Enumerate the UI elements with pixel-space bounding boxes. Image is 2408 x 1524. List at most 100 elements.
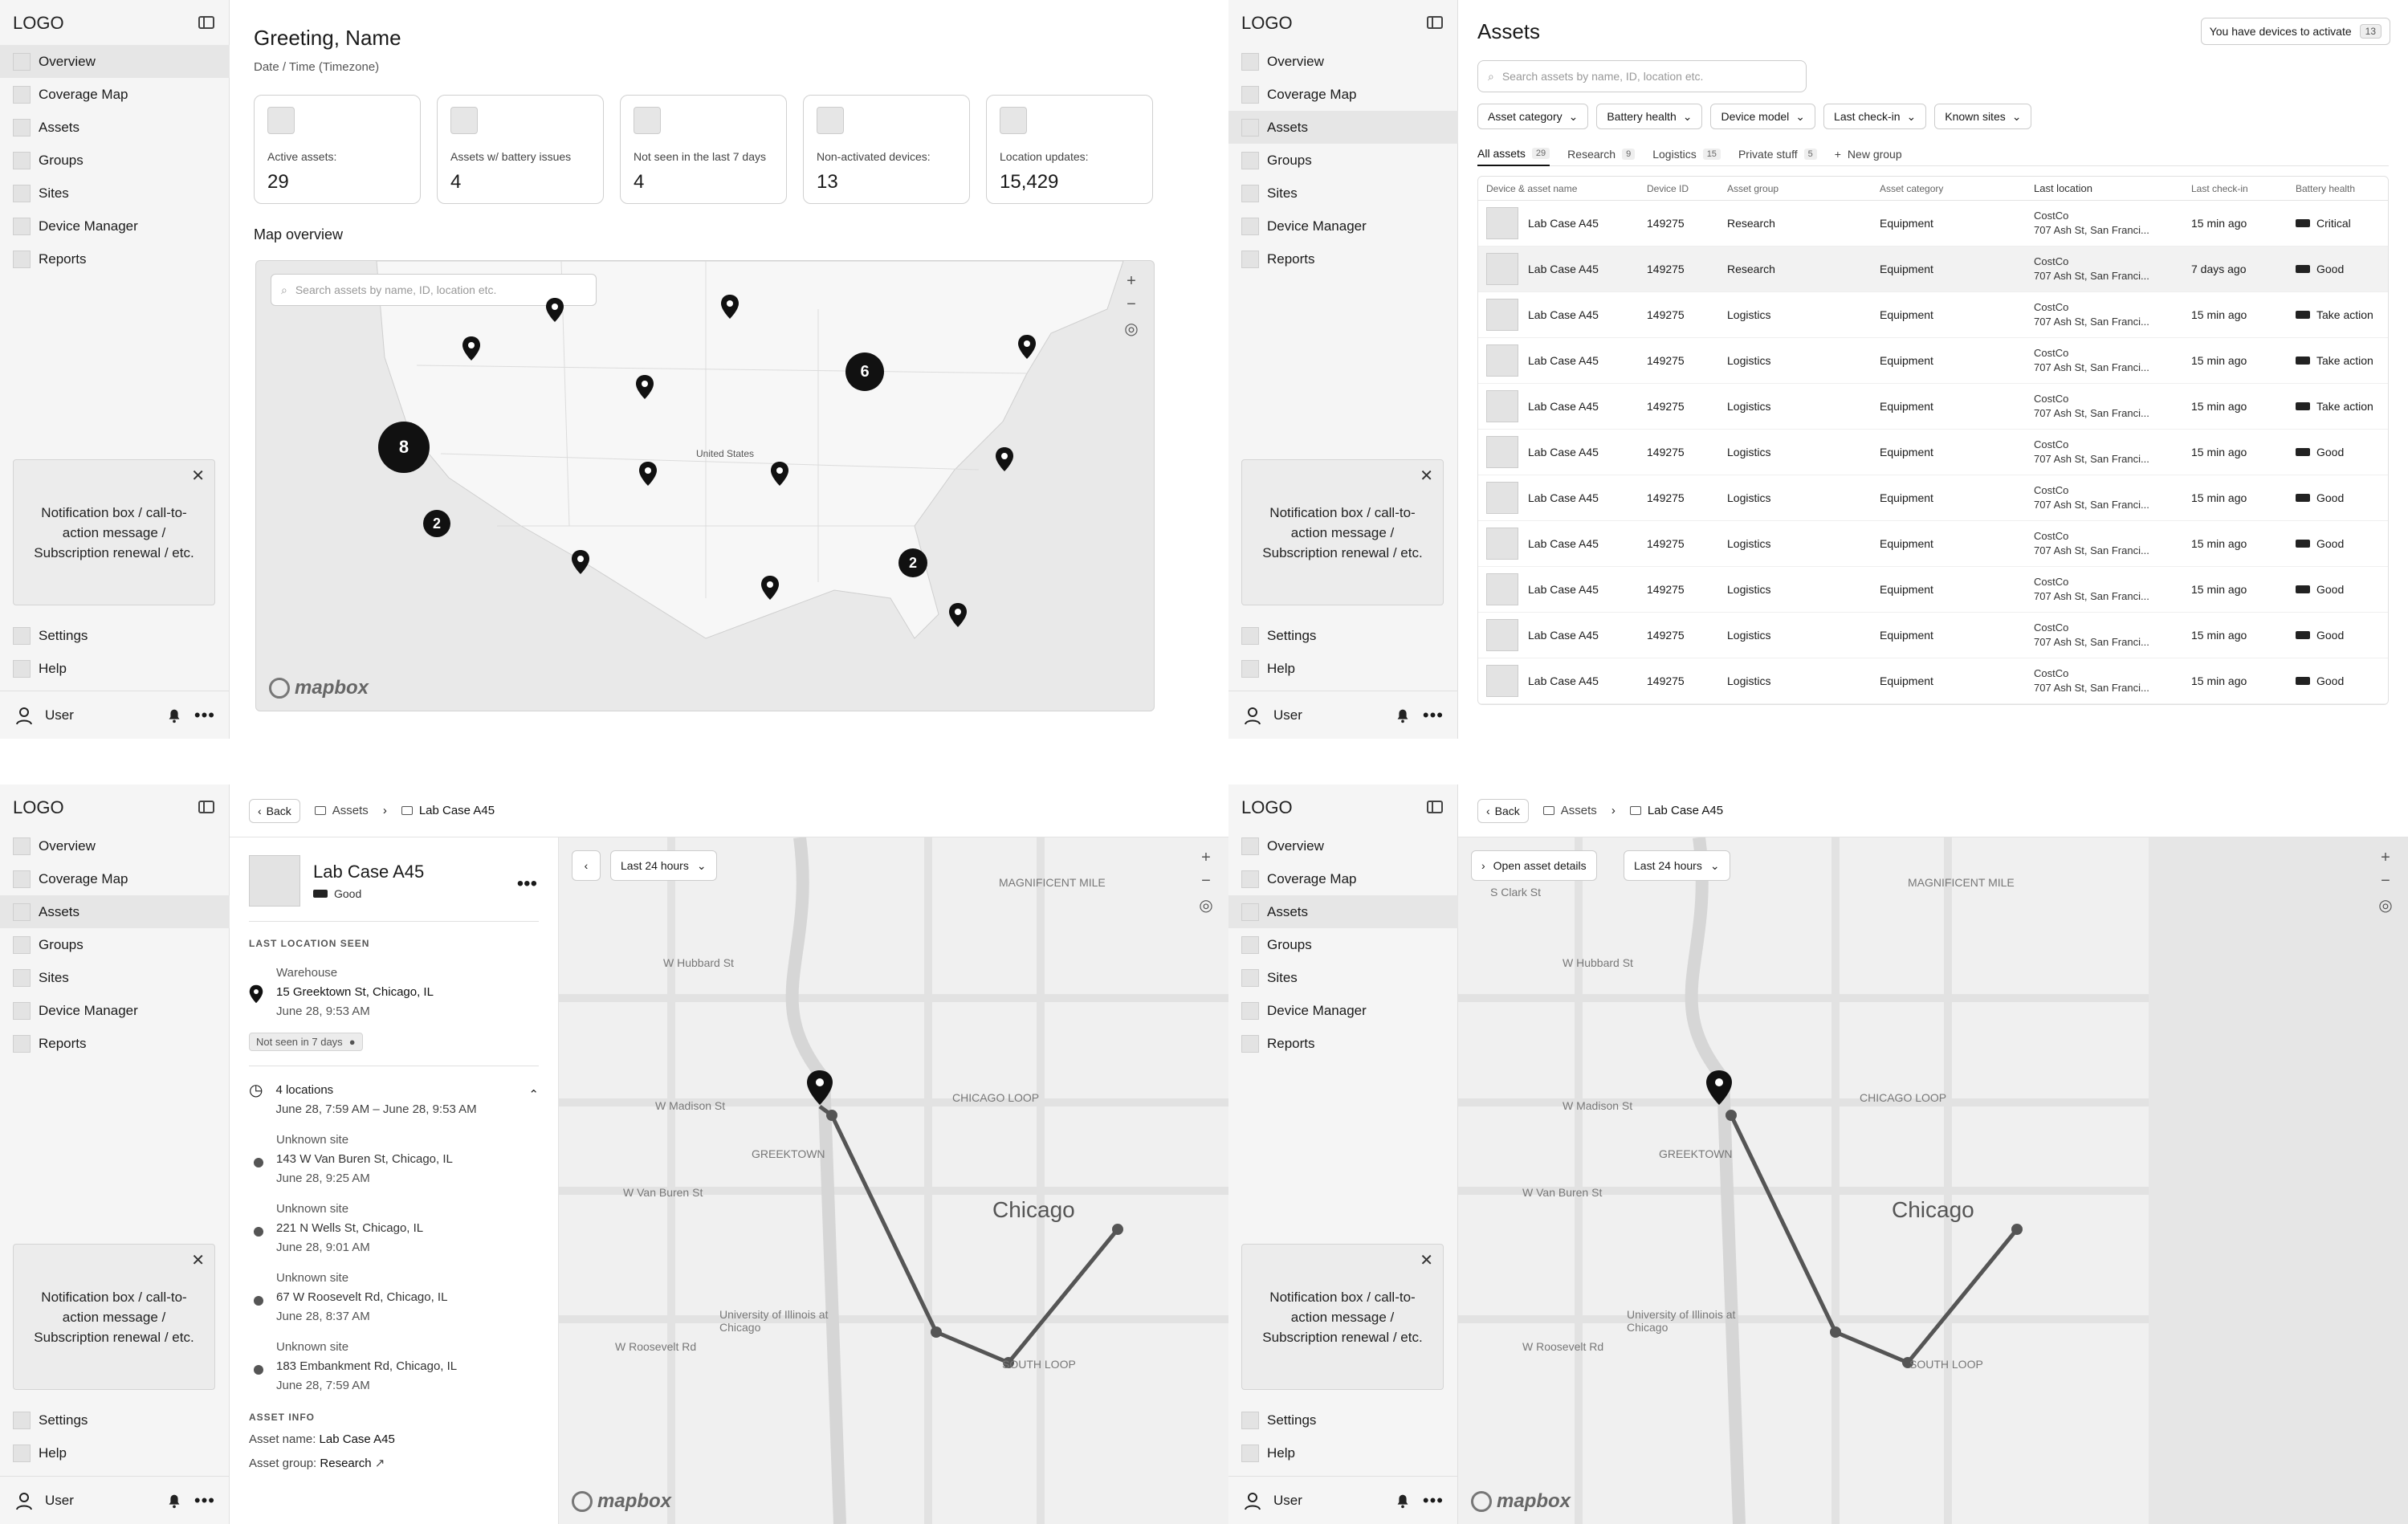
zoom-in-icon[interactable]: + bbox=[1127, 272, 1136, 291]
map-pin-icon[interactable] bbox=[1017, 335, 1037, 359]
zoom-in-icon[interactable]: + bbox=[2381, 849, 2390, 867]
stat-card[interactable]: Active assets: 29 bbox=[254, 95, 421, 204]
nav-item-sites[interactable]: Sites bbox=[0, 961, 230, 994]
map-cluster[interactable]: 2 bbox=[423, 510, 450, 537]
user-icon[interactable] bbox=[1243, 1491, 1262, 1510]
list-item[interactable]: Unknown site 183 Embankment Rd, Chicago, … bbox=[249, 1338, 539, 1396]
nav-item-sites[interactable]: Sites bbox=[1228, 177, 1458, 210]
nav-item-groups[interactable]: Groups bbox=[1228, 928, 1458, 961]
close-icon[interactable]: ✕ bbox=[1420, 1251, 1433, 1271]
asset-map[interactable]: › Open asset details Last 24 hours ⌄ + − ◎ C… bbox=[1458, 837, 2408, 1524]
table-row[interactable]: Lab Case A45 149275 Logistics Equipment Cost… bbox=[1478, 292, 2388, 338]
activate-devices-button[interactable]: You have devices to activate 13 bbox=[2200, 18, 2390, 45]
nav-item-coverage-map[interactable]: Coverage Map bbox=[1228, 862, 1458, 895]
map-pin-icon[interactable] bbox=[720, 295, 740, 319]
more-icon[interactable]: ••• bbox=[194, 706, 215, 724]
list-item[interactable]: Unknown site 221 N Wells St, Chicago, IL J… bbox=[249, 1200, 539, 1257]
bell-icon[interactable] bbox=[1394, 1492, 1412, 1510]
user-name[interactable]: User bbox=[45, 707, 165, 723]
nav-item-groups[interactable]: Groups bbox=[1228, 144, 1458, 177]
zoom-in-icon[interactable]: + bbox=[1201, 849, 1211, 867]
crumb-assets[interactable]: Assets bbox=[1542, 804, 1597, 817]
nav-item-device-manager[interactable]: Device Manager bbox=[1228, 210, 1458, 242]
back-button[interactable]: ‹ Back bbox=[249, 798, 300, 823]
nav-item-device-manager[interactable]: Device Manager bbox=[0, 994, 230, 1027]
nav-item-overview[interactable]: Overview bbox=[0, 45, 230, 78]
nav-item-reports[interactable]: Reports bbox=[1228, 242, 1458, 275]
map-overview[interactable]: United States ⌕ Search assets by name, ID… bbox=[255, 260, 1155, 711]
crumb-assets[interactable]: Assets bbox=[314, 804, 369, 817]
table-row[interactable]: Lab Case A45 149275 Logistics Equipment Cost… bbox=[1478, 338, 2388, 384]
sidebar-collapse-icon[interactable] bbox=[198, 16, 214, 29]
nav-item-reports[interactable]: Reports bbox=[0, 242, 230, 275]
back-button[interactable]: ‹ Back bbox=[1477, 798, 1529, 823]
nav-item-coverage-map[interactable]: Coverage Map bbox=[0, 78, 230, 111]
map-pin-icon[interactable] bbox=[995, 447, 1014, 471]
close-icon[interactable]: ✕ bbox=[191, 1251, 205, 1271]
list-item[interactable]: Unknown site 143 W Van Buren St, Chicago,… bbox=[249, 1131, 539, 1188]
sidebar-collapse-icon[interactable] bbox=[198, 801, 214, 813]
locate-icon[interactable]: ◎ bbox=[1199, 895, 1212, 915]
nav-item-help[interactable]: Help bbox=[0, 652, 230, 685]
nav-item-settings[interactable]: Settings bbox=[1228, 619, 1458, 652]
filter-known-sites[interactable]: Known sites ⌄ bbox=[1934, 104, 2032, 129]
stat-card[interactable]: Assets w/ battery issues 4 bbox=[437, 95, 604, 204]
table-row[interactable]: Lab Case A45 149275 Logistics Equipment Cost… bbox=[1478, 475, 2388, 521]
user-name[interactable]: User bbox=[1273, 1493, 1394, 1509]
close-icon[interactable]: ✕ bbox=[1420, 467, 1433, 487]
nav-item-settings[interactable]: Settings bbox=[1228, 1404, 1458, 1436]
nav-item-reports[interactable]: Reports bbox=[0, 1027, 230, 1060]
nav-item-assets[interactable]: Assets bbox=[0, 895, 230, 928]
table-row[interactable]: Lab Case A45 149275 Logistics Equipment Cost… bbox=[1478, 430, 2388, 475]
user-name[interactable]: User bbox=[1273, 707, 1394, 723]
map-pin-icon[interactable] bbox=[462, 336, 481, 361]
map-pin-icon[interactable] bbox=[770, 462, 789, 486]
nav-item-coverage-map[interactable]: Coverage Map bbox=[1228, 78, 1458, 111]
bell-icon[interactable] bbox=[165, 707, 183, 724]
nav-item-overview[interactable]: Overview bbox=[0, 829, 230, 862]
map-pin-icon[interactable] bbox=[760, 576, 780, 600]
nav-item-help[interactable]: Help bbox=[0, 1436, 230, 1469]
more-icon[interactable]: ••• bbox=[517, 873, 537, 895]
user-name[interactable]: User bbox=[45, 1493, 165, 1509]
nav-item-reports[interactable]: Reports bbox=[1228, 1027, 1458, 1060]
stat-card[interactable]: Not seen in the last 7 days 4 bbox=[620, 95, 787, 204]
locations-summary[interactable]: ◷ 4 locations June 28, 7:59 AM – June 28,… bbox=[249, 1081, 539, 1119]
sidebar-collapse-icon[interactable] bbox=[1427, 801, 1443, 813]
nav-item-help[interactable]: Help bbox=[1228, 652, 1458, 685]
user-icon[interactable] bbox=[14, 1491, 34, 1510]
filter-last-check-in[interactable]: Last check-in ⌄ bbox=[1823, 104, 1927, 129]
nav-item-assets[interactable]: Assets bbox=[0, 111, 230, 144]
time-filter-select[interactable]: Last 24 hours ⌄ bbox=[610, 850, 717, 881]
filter-battery-health[interactable]: Battery health ⌄ bbox=[1596, 104, 1703, 129]
asset-search-input[interactable]: ⌕ Search assets by name, ID, location etc… bbox=[1477, 60, 1807, 92]
nav-item-help[interactable]: Help bbox=[1228, 1436, 1458, 1469]
table-row[interactable]: Lab Case A45 149275 Logistics Equipment Cost… bbox=[1478, 658, 2388, 704]
map-pin-icon[interactable] bbox=[635, 375, 654, 399]
locate-icon[interactable]: ◎ bbox=[1124, 319, 1138, 339]
external-link-icon[interactable]: ↗ bbox=[375, 1457, 385, 1470]
sidebar-collapse-icon[interactable] bbox=[1427, 16, 1443, 29]
map-pin-icon[interactable] bbox=[638, 462, 658, 486]
map-pin-icon[interactable] bbox=[545, 298, 564, 322]
table-row[interactable]: Lab Case A45 149275 Research Equipment CostC… bbox=[1478, 247, 2388, 292]
list-item[interactable]: Unknown site 67 W Roosevelt Rd, Chicago, … bbox=[249, 1269, 539, 1326]
more-icon[interactable]: ••• bbox=[1423, 706, 1444, 724]
stat-card[interactable]: Location updates: 15,429 bbox=[986, 95, 1153, 204]
nav-item-sites[interactable]: Sites bbox=[0, 177, 230, 210]
map-cluster[interactable]: 8 bbox=[378, 422, 430, 473]
tab-private-stuff[interactable]: Private stuff 5 bbox=[1738, 142, 1817, 166]
map-pin-icon[interactable] bbox=[571, 550, 590, 574]
stat-card[interactable]: Non-activated devices: 13 bbox=[803, 95, 970, 204]
filter-asset-category[interactable]: Asset category ⌄ bbox=[1477, 104, 1589, 129]
chevron-up-icon[interactable]: ⌃ bbox=[528, 1086, 539, 1105]
map-cluster[interactable]: 2 bbox=[898, 548, 927, 577]
zoom-out-icon[interactable]: − bbox=[1201, 872, 1211, 890]
zoom-out-icon[interactable]: − bbox=[1127, 295, 1136, 314]
table-row[interactable]: Lab Case A45 149275 Logistics Equipment Cost… bbox=[1478, 567, 2388, 613]
nav-item-coverage-map[interactable]: Coverage Map bbox=[0, 862, 230, 895]
nav-item-groups[interactable]: Groups bbox=[0, 928, 230, 961]
info-icon[interactable]: ● bbox=[349, 1036, 356, 1048]
bell-icon[interactable] bbox=[1394, 707, 1412, 724]
close-icon[interactable]: ✕ bbox=[191, 467, 205, 487]
